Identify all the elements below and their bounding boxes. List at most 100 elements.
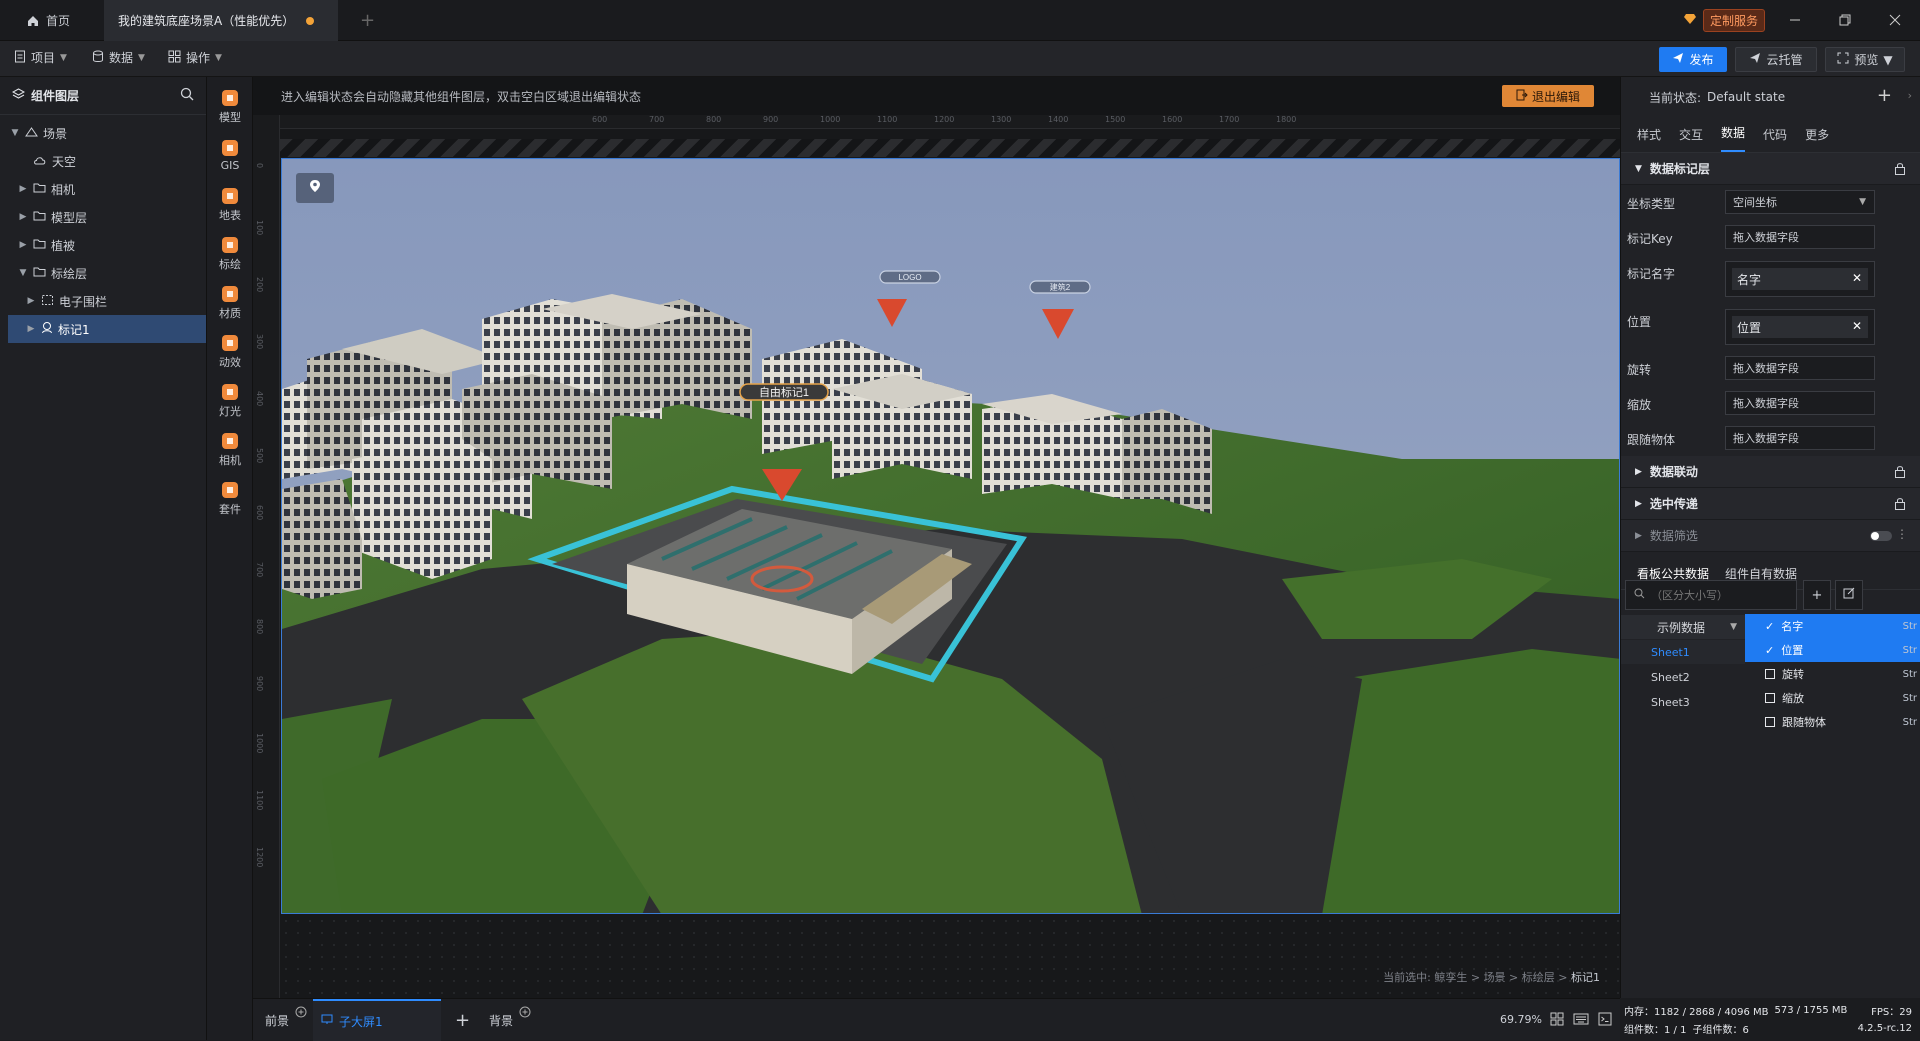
caret-right-icon[interactable]: ▶ [26,296,36,306]
section-data-link[interactable]: ▶ 数据联动 [1621,456,1920,488]
section-select-pass[interactable]: ▶ 选中传递 [1621,488,1920,520]
tab-more[interactable]: 更多 [1805,126,1829,152]
column-item[interactable]: 旋转 Str [1745,662,1920,686]
dataset-select[interactable]: 示例数据 ▼ [1621,615,1745,639]
add-circle-icon[interactable] [519,1006,531,1021]
layer-item[interactable]: 天空 [0,147,206,175]
toolbox-terrain[interactable]: 地表 [207,177,253,233]
caret-right-icon[interactable]: ▶ [18,212,28,222]
caret-right-icon[interactable]: ▶ [26,324,36,334]
caret-right-icon[interactable]: ▶ [18,184,28,194]
canvas-empty-area[interactable]: 当前选中: 鲸孪生 > 场景 > 标绘层 > 标记1 [280,915,1620,998]
add-circle-icon[interactable] [295,1006,307,1021]
zoom-level[interactable]: 69.79% [1500,1013,1542,1026]
chevron-right-icon[interactable]: › [1908,89,1912,102]
add-state-button[interactable]: + [1877,85,1892,106]
lock-icon[interactable] [1894,497,1906,513]
toolbox-material[interactable]: 材质 [207,275,253,331]
preview-button[interactable]: 预览 ▼ [1825,47,1905,72]
toolbox-model[interactable]: 模型 [207,79,253,135]
sheet-item[interactable]: Sheet1 [1621,640,1745,664]
section-data-filter[interactable]: ▶ 数据筛选 ⋮ [1621,520,1920,552]
toolbox-plot[interactable]: 标绘 [207,226,253,282]
position-dropzone[interactable]: 位置 ✕ [1725,309,1875,345]
marker-name-dropzone[interactable]: 名字 ✕ [1725,261,1875,297]
custom-service-button[interactable]: 定制服务 [1683,8,1766,32]
layer-item[interactable]: ▶ 标记1 [8,315,206,343]
layer-item[interactable]: ▼ 场景 [0,119,206,147]
minimize-button[interactable] [1780,8,1810,32]
caret-right-icon[interactable]: ▶ [18,240,28,250]
state-value[interactable]: Default state [1707,90,1785,104]
close-icon[interactable]: ✕ [1852,271,1862,285]
field-search-input[interactable]: （区分大小写） [1625,580,1797,610]
add-screen-button[interactable]: + [455,999,470,1041]
toolbox-effect[interactable]: 动效 [207,324,253,380]
layer-item[interactable]: ▼ 标绘层 [0,259,206,287]
breadcrumb-item[interactable]: 标绘层 [1522,971,1555,984]
restore-button[interactable] [1830,8,1860,32]
tab-sub-screen[interactable]: 子大屏1 [313,999,441,1041]
filter-toggle[interactable] [1870,531,1892,541]
column-item[interactable]: ✓ 名字 Str [1745,614,1920,638]
close-icon[interactable]: ✕ [1852,319,1862,333]
tab-document[interactable]: 我的建筑底座场景A（性能优先） [104,0,338,41]
tab-foreground[interactable]: 前景 [265,999,307,1041]
rotation-dropzone[interactable]: 拖入数据字段 [1725,356,1875,380]
console-icon[interactable] [1598,1012,1612,1030]
follow-dropzone[interactable]: 拖入数据字段 [1725,426,1875,450]
more-vertical-icon[interactable]: ⋮ [1896,527,1908,541]
exit-edit-button[interactable]: 退出编辑 [1502,85,1594,107]
sheet-item[interactable]: Sheet2 [1621,665,1745,689]
close-button[interactable] [1880,8,1910,32]
search-icon[interactable] [180,87,194,104]
checkbox[interactable] [1765,693,1775,703]
location-button[interactable] [296,173,334,203]
menu-operate[interactable]: 操作 ▼ [168,49,222,66]
tab-data[interactable]: 数据 [1721,124,1746,152]
column-item[interactable]: ✓ 位置 Str [1745,638,1920,662]
coord-type-select[interactable]: 空间坐标 ▼ [1725,190,1875,214]
edit-dataset-button[interactable] [1835,580,1863,610]
section-marker-layer[interactable]: ▼ 数据标记层 [1621,153,1920,185]
scale-dropzone[interactable]: 拖入数据字段 [1725,391,1875,415]
caret-down-icon[interactable]: ▼ [18,268,28,278]
lock-icon[interactable] [1894,162,1906,178]
field-search-placeholder: （区分大小写） [1651,589,1728,602]
field-follow: 跟随物体 拖入数据字段 [1621,421,1920,456]
toolbox-kit[interactable]: 套件 [207,471,253,527]
toolbox-light[interactable]: 灯光 [207,373,253,429]
publish-button[interactable]: 发布 [1659,47,1727,72]
tab-style[interactable]: 样式 [1637,126,1661,152]
scene-viewport[interactable]: 自由标记1 LOGO 建筑2 [281,158,1620,914]
menu-data[interactable]: 数据 ▼ [92,49,145,66]
tab-home[interactable]: 首页 [12,0,102,41]
toolbox-gis[interactable]: GIS [207,128,253,184]
tab-code[interactable]: 代码 [1763,126,1787,152]
layer-item[interactable]: ▶ 植被 [0,231,206,259]
marker-key-dropzone[interactable]: 拖入数据字段 [1725,225,1875,249]
add-dataset-button[interactable]: + [1803,580,1831,610]
layer-item[interactable]: ▶ 电子围栏 [0,287,206,315]
breadcrumb-item[interactable]: 场景 [1484,971,1506,984]
checkbox[interactable] [1765,717,1775,727]
checkbox[interactable] [1765,669,1775,679]
checkmark-icon[interactable]: ✓ [1765,644,1774,657]
tab-interaction[interactable]: 交互 [1679,126,1703,152]
toolbox-camera[interactable]: 相机 [207,422,253,478]
sheet-item[interactable]: Sheet3 [1621,690,1745,714]
keyboard-icon[interactable] [1573,1013,1589,1029]
lock-icon[interactable] [1894,465,1906,481]
cloud-host-button[interactable]: 云托管 [1735,47,1817,72]
tab-background[interactable]: 背景 [489,999,531,1041]
checkmark-icon[interactable]: ✓ [1765,620,1774,633]
column-item[interactable]: 缩放 Str [1745,686,1920,710]
column-item[interactable]: 跟随物体 Str [1745,710,1920,734]
add-tab-button[interactable]: + [346,0,389,41]
layer-item[interactable]: ▶ 相机 [0,175,206,203]
fit-screen-icon[interactable] [1550,1012,1564,1030]
menu-project[interactable]: 项目 ▼ [14,49,67,66]
breadcrumb-item[interactable]: 鲸孪生 [1434,971,1467,984]
layer-item[interactable]: ▶ 模型层 [0,203,206,231]
caret-down-icon[interactable]: ▼ [10,128,20,138]
